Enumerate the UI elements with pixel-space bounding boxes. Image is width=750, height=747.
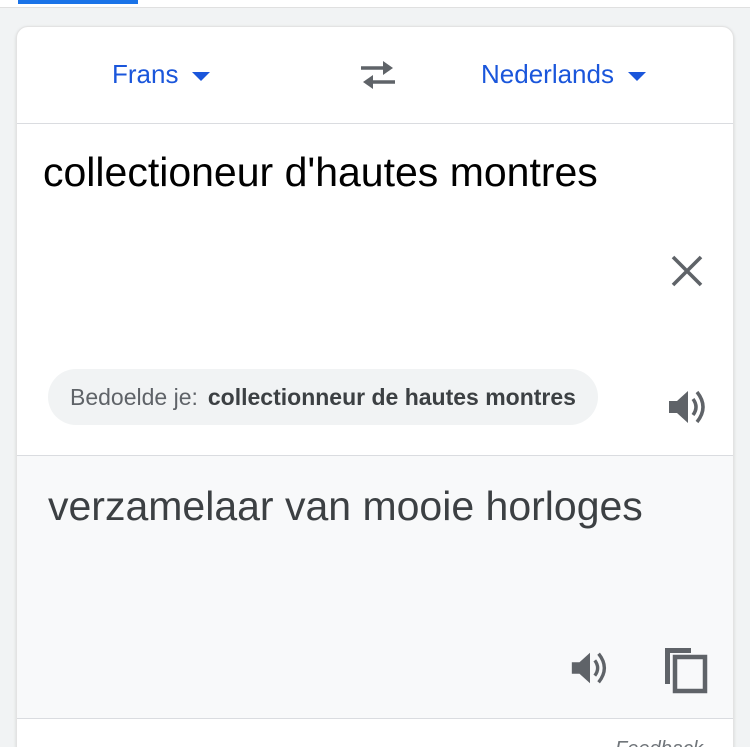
speaker-icon [571,652,607,684]
source-language-selector[interactable]: Frans [112,59,211,90]
translation-panel: verzamelaar van mooie horloges [17,456,733,719]
listen-source-button[interactable] [665,384,711,430]
source-text-input[interactable]: collectioneur d'hautes montres [43,144,633,200]
listen-translation-button[interactable] [568,646,612,690]
close-icon [671,255,703,287]
copy-icon [665,648,708,694]
source-language-label: Frans [112,59,179,89]
target-language-label: Nederlands [481,59,614,89]
active-tab-indicator [18,0,138,4]
speaker-icon [669,390,705,424]
translate-card: Frans Nederlands collectioneur d'hautes … [16,26,734,747]
copy-translation-button[interactable] [661,644,709,694]
target-language-selector[interactable]: Nederlands [481,59,646,90]
suggestion-value: collectionneur de hautes montres [207,383,576,410]
spelling-suggestion-chip[interactable]: Bedoelde je: collectionneur de hautes mo… [48,369,598,425]
language-bar: Frans Nederlands [17,27,733,124]
translation-text: verzamelaar van mooie horloges [48,483,643,529]
swap-languages-button[interactable] [357,57,399,93]
suggestion-prefix: Bedoelde je: [70,383,198,410]
feedback-link[interactable]: Feedback [615,738,703,747]
source-panel: collectioneur d'hautes montres Bedoelde … [17,124,733,456]
clear-text-button[interactable] [667,251,707,291]
chevron-down-icon [192,72,211,81]
swap-languages-icon [361,61,395,89]
chevron-down-icon [627,72,646,81]
